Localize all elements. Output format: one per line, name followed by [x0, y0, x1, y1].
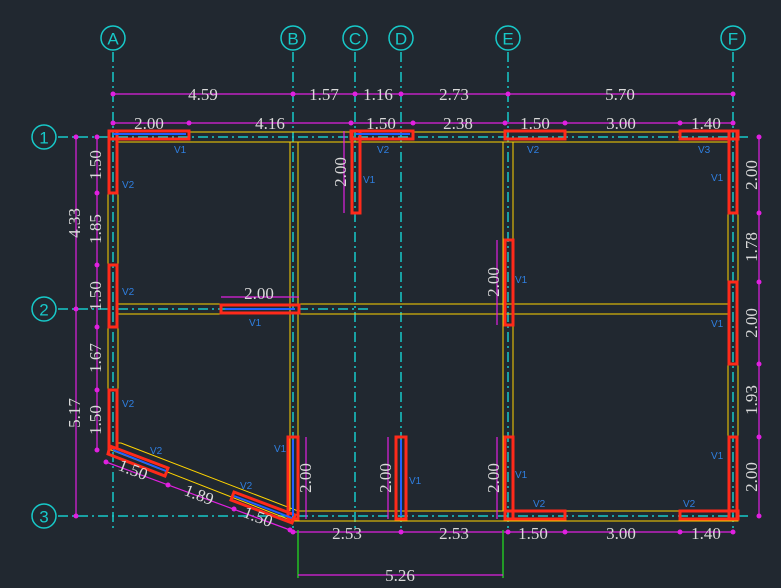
dim-bottom-4: 1.40 — [691, 524, 721, 543]
outer-wall-outline — [107, 131, 739, 522]
tag-v1-right-2: V1 — [711, 319, 724, 330]
dim-top1-3: 2.73 — [439, 85, 469, 104]
dim-c-opening: 2.00 — [331, 157, 350, 187]
tag-v1-right-3: V1 — [711, 451, 724, 462]
dim-right-2: 2.00 — [742, 308, 761, 338]
axis-label-b: B — [287, 30, 298, 49]
axis-label-c: C — [349, 30, 361, 49]
opening-e-vertical — [503, 238, 515, 327]
dim-bottom-3: 3.00 — [606, 524, 636, 543]
dim-bottom-total: 5.26 — [385, 566, 415, 585]
dim-bottom-1: 2.53 — [439, 524, 469, 543]
dim-left-inner-4: 1.50 — [86, 405, 105, 435]
tag-v1-right-1: V1 — [711, 173, 724, 184]
dim-top1-1: 1.57 — [309, 85, 339, 104]
tag-v1-e: V1 — [515, 275, 528, 286]
axis-label-3: 3 — [39, 508, 48, 527]
tag-v2-bottom-e: V2 — [533, 499, 546, 510]
dim-top2-0: 2.00 — [134, 114, 164, 133]
dimension-lines — [75, 93, 760, 533]
inner-wall-outline — [117, 141, 729, 512]
dim-bottom-0: 2.53 — [332, 524, 362, 543]
tag-v1-mid: V1 — [249, 318, 262, 329]
dim-top1-2: 1.16 — [363, 85, 393, 104]
tag-v3-top-f: V3 — [698, 145, 711, 156]
tag-v2-bottom-f: V2 — [683, 499, 696, 510]
dim-left-inner-0: 1.50 — [86, 150, 105, 180]
tag-v2-left-3: V2 — [122, 399, 135, 410]
dim-left-outer-0: 4.33 — [65, 208, 84, 238]
tag-v2-left-1: V2 — [122, 180, 135, 191]
dim-left-inner-3: 1.67 — [86, 343, 105, 373]
dim-top1-4: 5.70 — [605, 85, 635, 104]
opening-e-low — [503, 435, 515, 521]
tag-v2-left-2: V2 — [122, 287, 135, 298]
axis-label-d: D — [395, 30, 407, 49]
walls — [107, 131, 739, 522]
axis-label-a: A — [107, 30, 119, 49]
axis-label-2: 2 — [39, 301, 48, 320]
dim-right-3: 1.93 — [742, 385, 761, 415]
dimension-ticks — [73, 91, 762, 535]
dim-top2-4: 1.50 — [520, 114, 550, 133]
openings — [106, 129, 740, 525]
axis-label-e: E — [502, 30, 513, 49]
dim-top1-0: 4.59 — [188, 85, 218, 104]
tag-v2-top-e: V2 — [527, 145, 540, 156]
tag-v1-e-low: V1 — [515, 470, 528, 481]
dim-left-inner-1: 1.85 — [86, 214, 105, 244]
dim-top2-3: 2.38 — [443, 114, 473, 133]
opening-c-vertical — [350, 129, 362, 215]
floor-plan-drawing: A B C D E F 1 2 3 4.59 1.57 1.16 2.73 5.… — [31, 25, 762, 585]
dim-left-outer-1: 5.17 — [65, 398, 84, 428]
tag-v1-c: V1 — [363, 175, 376, 186]
dim-top2-5: 3.00 — [606, 114, 636, 133]
axis-label-f: F — [728, 30, 738, 49]
tag-v1-b-low: V1 — [274, 444, 287, 455]
opening-fills — [112, 133, 410, 519]
dim-d-low: 2.00 — [376, 463, 395, 493]
dim-bottom-2: 1.50 — [518, 524, 548, 543]
dim-top2-6: 1.40 — [691, 114, 721, 133]
dim-right-1: 1.78 — [742, 232, 761, 262]
dim-mid-opening: 2.00 — [244, 284, 274, 303]
axis-label-1: 1 — [39, 129, 48, 148]
tag-v2-diag-2: V2 — [240, 481, 253, 492]
dim-b-low: 2.00 — [296, 463, 315, 493]
dim-top2-2: 1.50 — [366, 114, 396, 133]
tag-v2-top-c: V2 — [377, 145, 390, 156]
dim-right-0: 2.00 — [742, 160, 761, 190]
dim-top2-1: 4.16 — [255, 114, 285, 133]
tag-v1-d-low: V1 — [409, 476, 422, 487]
tag-v2-diag-1: V2 — [150, 446, 163, 457]
dim-e-opening: 2.00 — [484, 267, 503, 297]
dim-e-low: 2.00 — [484, 463, 503, 493]
dim-left-inner-2: 1.50 — [86, 281, 105, 311]
dim-diag-1: 1.89 — [182, 481, 217, 509]
dim-right-4: 2.00 — [742, 462, 761, 492]
tag-v1-top-a: V1 — [174, 145, 187, 156]
